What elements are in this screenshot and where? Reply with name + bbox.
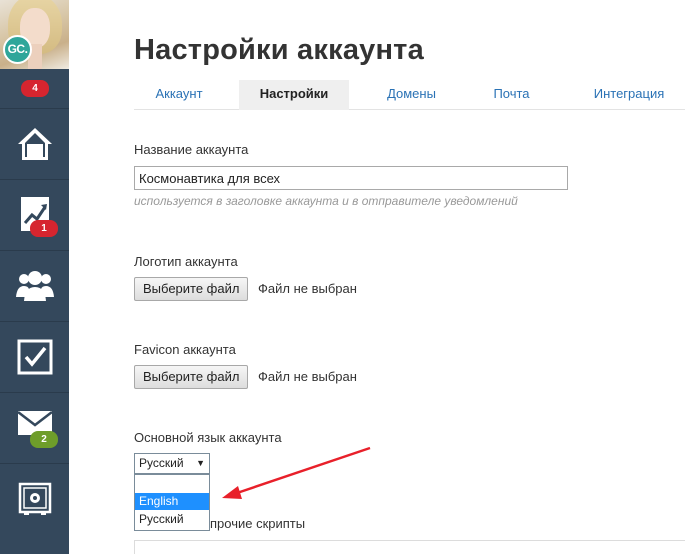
- language-select[interactable]: Русский ▼: [134, 453, 210, 474]
- mail-badge: 2: [30, 431, 58, 448]
- safe-gear-icon: [18, 482, 51, 515]
- tabs: Аккаунт Настройки Домены Почта Интеграци…: [134, 80, 685, 110]
- account-name-input[interactable]: [134, 166, 568, 190]
- logo-file-button[interactable]: Выберите файл: [134, 277, 249, 301]
- sidebar-item-home[interactable]: [0, 108, 69, 179]
- tab-account[interactable]: Аккаунт: [134, 80, 224, 110]
- language-dropdown: English Русский: [134, 474, 210, 531]
- chevron-down-icon: ▼: [196, 458, 205, 468]
- deals-badge: 1: [30, 220, 58, 237]
- language-label: Основной язык аккаунта: [134, 430, 282, 445]
- sidebar: GC. 4 1 2: [0, 0, 69, 554]
- tab-domains[interactable]: Домены: [364, 80, 459, 110]
- tab-settings[interactable]: Настройки: [239, 80, 349, 110]
- scripts-textarea[interactable]: [134, 540, 685, 554]
- notifications-area[interactable]: 4: [0, 69, 69, 108]
- language-option-empty[interactable]: [135, 476, 209, 493]
- users-icon: [15, 271, 54, 301]
- sidebar-item-mail[interactable]: 2: [0, 392, 69, 463]
- sidebar-item-deals[interactable]: 1: [0, 179, 69, 250]
- page-title: Настройки аккаунта: [134, 34, 424, 66]
- sidebar-item-tasks[interactable]: [0, 321, 69, 392]
- scripts-label: прочие скрипты: [210, 516, 306, 531]
- logo-file-status: Файл не выбран: [258, 281, 357, 296]
- favicon-file-status: Файл не выбран: [258, 369, 357, 384]
- account-name-hint: используется в заголовке аккаунта и в от…: [134, 194, 518, 208]
- notifications-badge: 4: [21, 80, 49, 97]
- sidebar-item-contacts[interactable]: [0, 250, 69, 321]
- sidebar-item-settings[interactable]: [0, 463, 69, 554]
- home-icon: [17, 128, 52, 160]
- logo-label: Логотип аккаунта: [134, 254, 238, 269]
- tab-integration[interactable]: Интеграция: [574, 80, 684, 110]
- checkbox-icon: [17, 339, 52, 375]
- account-name-label: Название аккаунта: [134, 142, 249, 157]
- avatar-initials: GC.: [3, 35, 32, 64]
- language-option-english[interactable]: English: [135, 493, 209, 510]
- tab-mail[interactable]: Почта: [474, 80, 549, 110]
- language-option-russian[interactable]: Русский: [135, 511, 209, 528]
- favicon-file-button[interactable]: Выберите файл: [134, 365, 249, 389]
- avatar[interactable]: GC.: [0, 0, 69, 69]
- favicon-label: Favicon аккаунта: [134, 342, 236, 357]
- language-select-value: Русский: [139, 456, 184, 470]
